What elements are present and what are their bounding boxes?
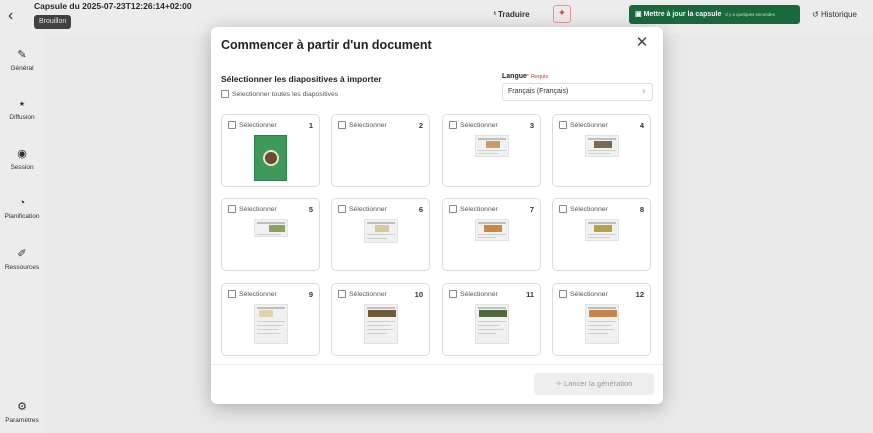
slide-card-11[interactable]: Sélectionner 11	[442, 283, 541, 356]
checkbox-icon[interactable]	[338, 290, 346, 298]
slide-number: 5	[308, 205, 313, 214]
slide-select-label: Sélectionner	[239, 121, 277, 129]
slide-thumbnail	[585, 219, 619, 241]
slide-select-label: Sélectionner	[460, 205, 498, 213]
slide-select-label: Sélectionner	[349, 121, 387, 129]
slide-thumbnail	[254, 135, 287, 181]
checkbox-icon[interactable]	[559, 205, 567, 213]
slide-select-label: Sélectionner	[460, 121, 498, 129]
checkbox-icon[interactable]	[559, 121, 567, 129]
slide-thumbnail	[364, 304, 398, 344]
slide-select-label: Sélectionner	[570, 205, 608, 213]
slide-number: 12	[635, 290, 644, 299]
slide-number: 8	[639, 205, 644, 214]
slide-thumbnail	[364, 219, 398, 243]
slide-number: 11	[526, 290, 534, 299]
slide-thumbnail	[254, 219, 288, 237]
modal-title: Commencer à partir d'un document	[221, 38, 432, 52]
magic-wand-icon: ✧	[555, 379, 562, 388]
slide-thumbnail	[585, 304, 619, 344]
slide-number: 9	[308, 290, 313, 299]
checkbox-icon[interactable]	[449, 121, 457, 129]
slide-card-4[interactable]: Sélectionner 4	[552, 114, 651, 187]
required-text: Requis	[530, 74, 549, 80]
slide-number: 3	[529, 121, 534, 130]
checkbox-icon[interactable]	[449, 290, 457, 298]
slide-number: 4	[639, 121, 644, 130]
slide-select-label: Sélectionner	[570, 121, 608, 129]
slide-card-7[interactable]: Sélectionner 7	[442, 198, 541, 271]
slide-select-label: Sélectionner	[460, 290, 498, 298]
checkbox-icon[interactable]	[449, 205, 457, 213]
slide-select-label: Sélectionner	[570, 290, 608, 298]
slides-grid: Sélectionner 1 Sélectionner 2 Sélectionn…	[221, 114, 651, 358]
slide-card-5[interactable]: Sélectionner 5	[221, 198, 320, 271]
import-document-modal: Commencer à partir d'un document ✕ Sélec…	[211, 27, 663, 404]
slide-thumbnail	[585, 135, 619, 157]
close-icon[interactable]: ✕	[635, 35, 649, 50]
slide-thumbnail	[254, 304, 288, 344]
select-all-checkbox[interactable]: Sélectionner toutes les diapositives	[221, 90, 338, 98]
slide-card-12[interactable]: Sélectionner 12	[552, 283, 651, 356]
slide-thumbnail	[475, 219, 509, 241]
slide-card-8[interactable]: Sélectionner 8	[552, 198, 651, 271]
language-select-value: Français (Français)	[508, 88, 569, 95]
slide-thumbnail	[475, 304, 509, 344]
checkbox-icon[interactable]	[228, 205, 236, 213]
slide-number: 10	[414, 290, 423, 299]
checkbox-icon[interactable]	[338, 205, 346, 213]
required-asterisk: *	[526, 74, 530, 80]
checkbox-icon[interactable]	[228, 290, 236, 298]
slide-card-10[interactable]: Sélectionner 10	[331, 283, 430, 356]
checkbox-icon	[221, 90, 229, 98]
slide-select-label: Sélectionner	[349, 290, 387, 298]
language-select[interactable]: Français (Français) ∨	[502, 83, 653, 101]
slide-select-label: Sélectionner	[349, 205, 387, 213]
slide-number: 1	[308, 121, 313, 130]
language-label-text: Langue	[502, 73, 527, 80]
select-all-label: Sélectionner toutes les diapositives	[232, 90, 339, 98]
checkbox-icon[interactable]	[338, 121, 346, 129]
start-generation-button[interactable]: ✧ Lancer la génération	[534, 373, 654, 395]
checkbox-icon[interactable]	[228, 121, 236, 129]
slide-card-2[interactable]: Sélectionner 2	[331, 114, 430, 187]
slide-card-1[interactable]: Sélectionner 1	[221, 114, 320, 187]
section-title: Sélectionner les diapositives à importer	[221, 74, 382, 84]
slide-number: 2	[418, 121, 423, 130]
slide-select-label: Sélectionner	[239, 290, 277, 298]
chevron-down-icon: ∨	[641, 89, 646, 95]
checkbox-icon[interactable]	[559, 290, 567, 298]
slide-number: 7	[529, 205, 534, 214]
slide-card-9[interactable]: Sélectionner 9	[221, 283, 320, 356]
slide-select-label: Sélectionner	[239, 205, 277, 213]
slide-card-6[interactable]: Sélectionner 6	[331, 198, 430, 271]
start-generation-label: Lancer la génération	[564, 379, 633, 388]
language-label: Langue* Requis	[502, 73, 548, 80]
slide-number: 6	[418, 205, 423, 214]
slide-thumbnail	[475, 135, 509, 157]
slide-card-3[interactable]: Sélectionner 3	[442, 114, 541, 187]
modal-footer-divider	[211, 364, 663, 365]
